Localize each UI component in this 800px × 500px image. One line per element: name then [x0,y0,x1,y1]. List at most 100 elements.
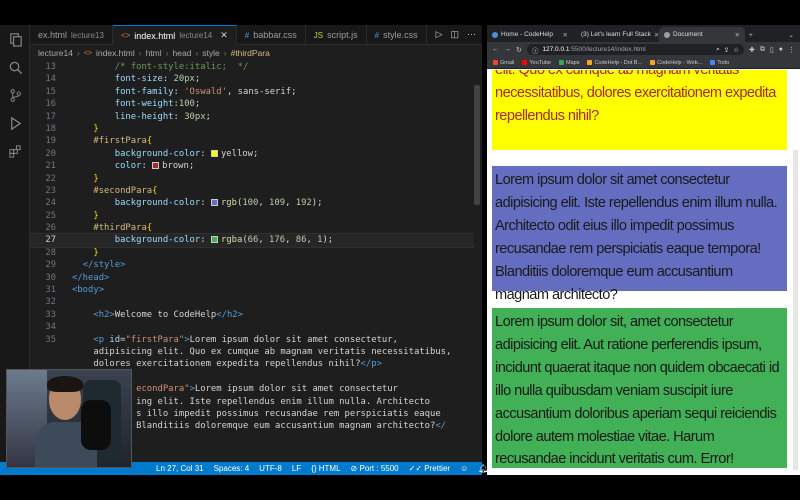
cursor-position[interactable]: Ln 27, Col 31 [156,464,204,473]
breadcrumb-item[interactable]: head [173,48,192,58]
code-line[interactable]: 20 background-color: yellow; [30,148,474,160]
tab-search-icon[interactable]: ⌄ [789,31,800,42]
close-icon[interactable]: ✕ [220,30,228,41]
search-icon[interactable] [0,53,30,81]
profile-icon[interactable]: ● [779,46,783,53]
bookmark-label: Gmail [500,59,515,66]
code-line[interactable]: 19 #firstPara{ [30,135,474,147]
browser-tab-codehelp[interactable]: Home - CodeHelp ✕ [487,27,573,42]
code-line[interactable]: 33 <h2>Welcome to CodeHelp</h2> [30,309,474,321]
code-line[interactable]: 13 /* font-style:italic; */ [30,61,474,73]
tab-ex-html[interactable]: ex.html lecture13 [30,25,113,45]
menu-icon[interactable]: ⋮ [788,46,795,54]
code-line[interactable]: 34 [30,321,474,333]
webcam-overlay [6,369,132,468]
run-icon[interactable]: ▷ [436,29,443,40]
code-text: <h2>Welcome to CodeHelp</h2> [93,309,243,320]
bottom-letterbox [0,475,800,500]
address-bar[interactable]: ⓘ 127.0.0.1:5500/lecture14/index.html ⌕ … [526,44,745,55]
sidebar-icon[interactable]: ▯ [770,46,774,54]
code-line[interactable]: 18 } [30,123,474,135]
breadcrumb-item[interactable]: html [146,48,162,58]
code-line[interactable]: 31 <body> [30,284,474,296]
bookmark-codehelp-dot[interactable]: CodeHelp - Dot B... [587,60,642,66]
code-line[interactable]: 30 </head> [30,272,474,284]
line-number: 22 [45,173,56,184]
code-text: } [93,210,99,221]
explorer-icon[interactable] [0,25,30,53]
code-text: <p id="firstPara">Lorem ipsum dolor sit … [93,334,398,345]
code-line[interactable]: 17 line-height: 30px; [30,111,474,123]
breadcrumb-item[interactable]: lecture14 [38,48,73,58]
extensions-puzzle-icon[interactable]: ⧉ [760,46,765,54]
rendered-page[interactable]: elit. Quo ex cumque ab magnam veritatis … [487,70,800,475]
globe-icon [664,31,670,38]
code-line[interactable]: 22 } [30,173,474,185]
tab-script-js[interactable]: JS script.js [306,25,367,45]
code-line[interactable]: 35 <p id="firstPara">Lorem ipsum dolor s… [30,334,474,346]
code-line[interactable]: 25 } [30,210,474,222]
bookmark-youtube[interactable]: YouTube [522,60,551,66]
browser-tab-label: (3) Let's learn Full Stack [581,31,651,38]
forward-icon[interactable]: → [504,46,511,53]
breadcrumb-item[interactable]: index.html [96,48,135,58]
breadcrumb-item[interactable]: style [202,48,219,58]
close-icon[interactable]: ✕ [735,31,740,39]
code-line[interactable]: 27 background-color: rgba(66, 176, 86, 1… [30,233,474,248]
browser-tab-document[interactable]: Document ✕ [659,27,745,42]
code-line[interactable]: 29 </style> [30,259,474,271]
info-icon: ⓘ [531,47,539,55]
code-line[interactable]: 32 [30,296,474,308]
feedback-icon[interactable]: ☺ [460,464,468,473]
page-scrollbar[interactable] [793,150,798,470]
back-icon[interactable]: ← [492,46,499,53]
source-control-icon[interactable] [0,81,30,109]
bookmark-maps[interactable]: Maps [559,60,579,66]
tab-style-css[interactable]: # style.css [367,25,427,45]
browser-tab-youtube[interactable]: (3) Let's learn Full Stack ✕ [573,27,659,42]
indentation-status[interactable]: Spaces: 4 [214,464,250,473]
code-line[interactable]: adipisicing elit. Quo ex cumque ab magna… [30,346,474,358]
editor-scrollbar[interactable] [474,85,480,205]
extensions-icon[interactable] [0,137,30,165]
extension-icon[interactable]: ✚ [749,46,755,54]
run-debug-icon[interactable] [0,109,30,137]
encoding-status[interactable]: UTF-8 [259,464,282,473]
bookmark-codehelp-web[interactable]: CodeHelp - Web... [650,60,702,66]
more-actions-icon[interactable]: ⋯ [467,29,476,40]
reload-icon[interactable]: ↻ [516,46,522,54]
line-number: 23 [45,185,56,196]
code-line[interactable]: 26 #thirdPara{ [30,222,474,234]
tab-babbar-css[interactable]: # babbar.css [237,25,306,45]
code-line[interactable]: 24 background-color: rgb(100, 109, 192); [30,197,474,209]
breadcrumb-item[interactable]: #thirdPara [231,48,270,58]
new-tab-icon[interactable]: + [745,32,757,42]
code-text: line-height: 30px; [114,111,211,122]
css-icon: # [374,30,380,40]
code-line[interactable]: 28 } [30,247,474,259]
code-text: </style> [82,260,126,271]
maps-icon [559,60,564,65]
bookmark-gmail[interactable]: Gmail [493,60,514,66]
close-icon[interactable]: ✕ [563,31,568,39]
bookmark-star-icon[interactable]: ☆ [733,46,739,54]
code-line[interactable]: 23 #secondPara{ [30,185,474,197]
browser-tab-label: Home - CodeHelp [501,31,554,38]
port-label: Port : 5500 [359,464,399,473]
live-server-status[interactable]: ⊘ Port : 5500 [351,464,399,473]
share-icon[interactable]: ⇪ [724,46,729,54]
split-editor-icon[interactable]: ◫ [450,29,459,40]
code-line[interactable]: 14 font-size: 20px; [30,73,474,85]
line-number: 17 [45,111,56,122]
prettier-status[interactable]: ✓✓ Prettier [409,464,450,473]
eol-status[interactable]: LF [292,464,301,473]
zoom-icon[interactable]: ⌕ [716,46,720,54]
language-status[interactable]: {} HTML [311,464,340,473]
code-text: #firstPara{ [93,136,153,147]
code-line[interactable]: 16 font-weight:100; [30,98,474,110]
bookmark-todo[interactable]: Todo [710,60,729,66]
code-line[interactable]: 15 font-family: 'Oswald', sans-serif; [30,86,474,98]
code-line[interactable]: 21 color: brown; [30,160,474,172]
tab-index-html[interactable]: <> index.html lecture14 ✕ [112,25,237,45]
code-text: /* font-style:italic; */ [114,62,249,72]
